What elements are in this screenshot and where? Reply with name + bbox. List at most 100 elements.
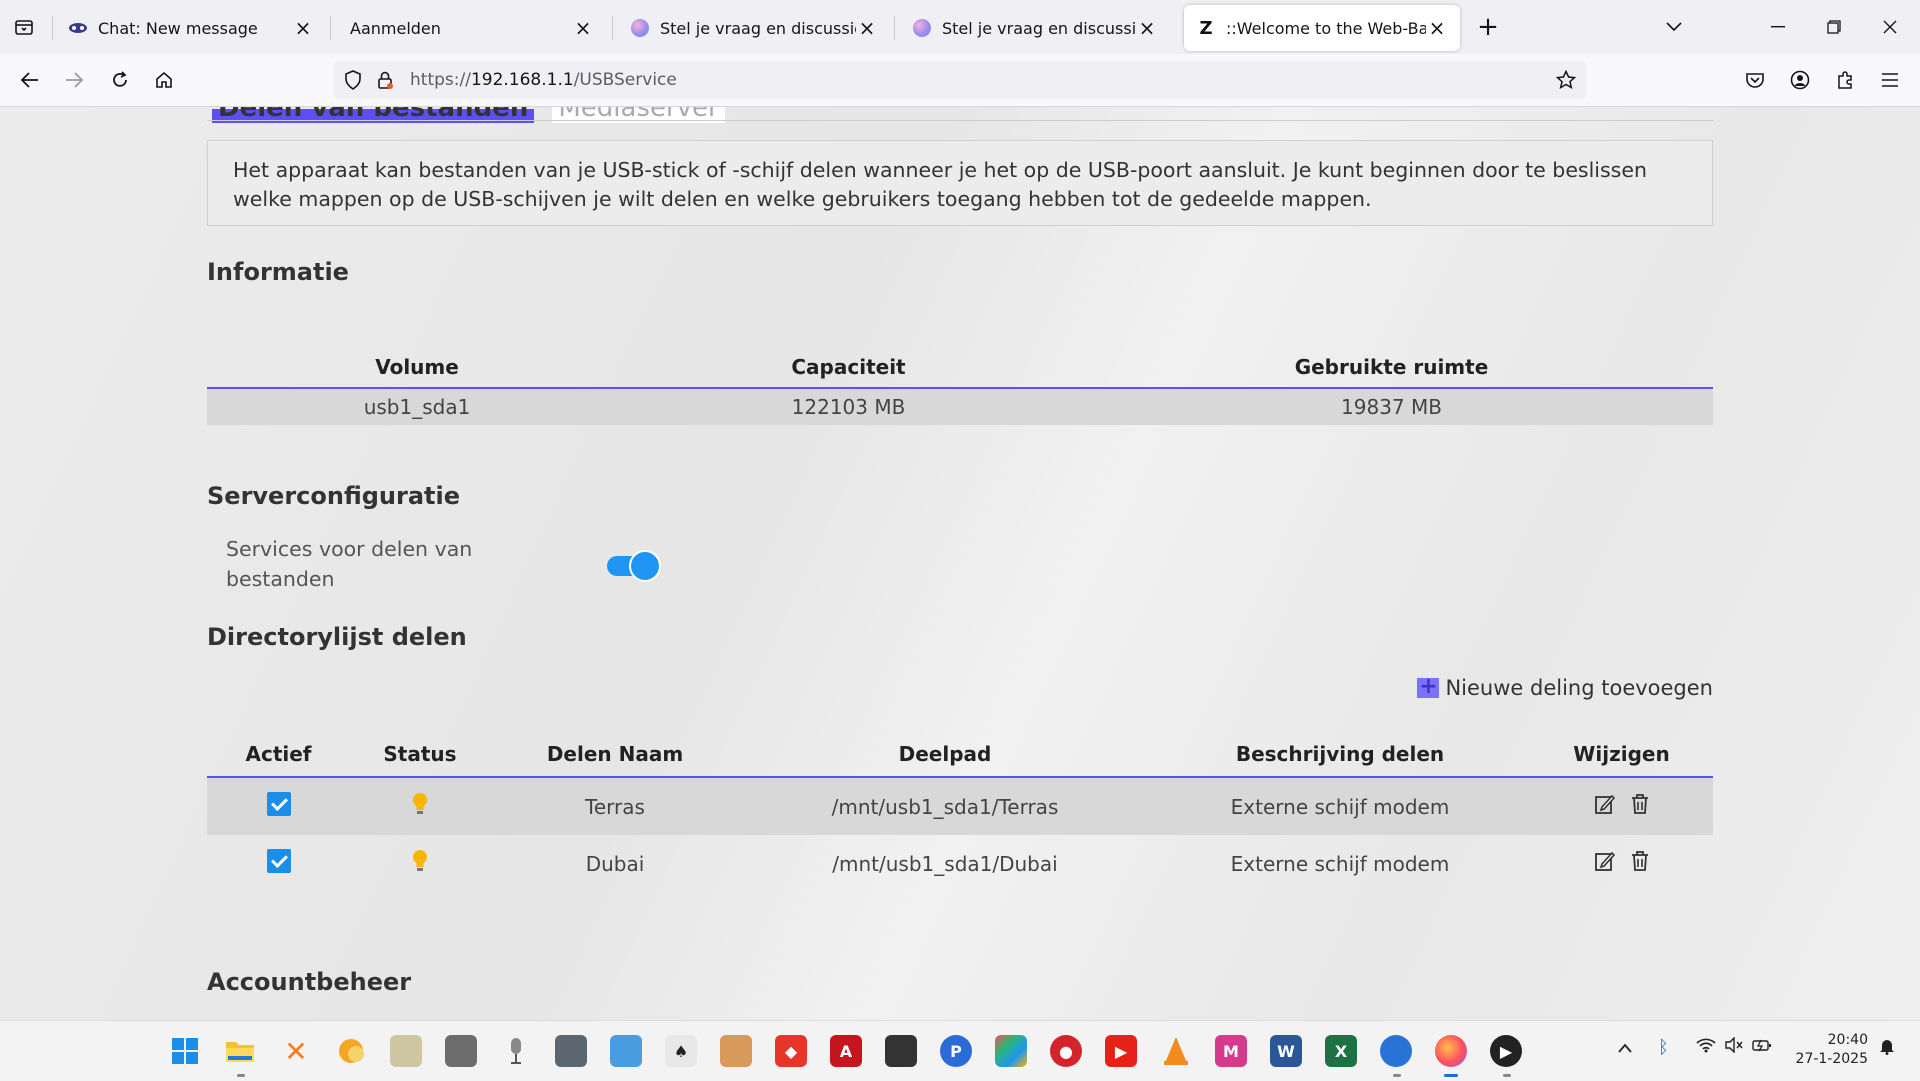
- account-icon[interactable]: [1782, 62, 1818, 98]
- edit-icon[interactable]: [1594, 850, 1616, 878]
- firefox-icon[interactable]: [1435, 1035, 1467, 1067]
- share-description-cell: Externe schijf modem: [1230, 851, 1450, 876]
- system-clock[interactable]: 20:40 27-1-2025: [1796, 1031, 1868, 1069]
- close-icon[interactable]: ×: [292, 16, 314, 40]
- actions-cell: [1530, 793, 1713, 821]
- url-text: https://192.168.1.1/USBService: [410, 70, 677, 90]
- vlc-icon[interactable]: [1160, 1035, 1192, 1067]
- app-m-icon[interactable]: M: [1215, 1035, 1247, 1067]
- tab-forum-1[interactable]: Stel je vraag en discussieer mee ×: [618, 5, 890, 51]
- microphone-icon[interactable]: [500, 1035, 532, 1067]
- taskbar: ✕ ♠ ◆ A P ● ▶ M W X ▶ ᛒ 20:40 27-1-2025: [0, 1020, 1920, 1081]
- table-row: Terras /mnt/usb1_sda1/Terras Externe sch…: [207, 778, 1713, 835]
- section-title-informatie: Informatie: [207, 258, 349, 286]
- volume-muted-icon[interactable]: [1724, 1036, 1744, 1058]
- paint-icon[interactable]: [720, 1035, 752, 1067]
- active-cell: [207, 792, 350, 821]
- tab-list-icon[interactable]: [6, 9, 42, 45]
- divider: [207, 120, 1713, 121]
- new-tab-icon[interactable]: +: [1460, 0, 1516, 54]
- home-icon[interactable]: [146, 62, 182, 98]
- thunderbird-icon[interactable]: [1380, 1035, 1412, 1067]
- wifi-icon[interactable]: [1696, 1037, 1716, 1058]
- volume-cell: usb1_sda1: [363, 395, 471, 419]
- youtube-icon[interactable]: ▶: [1105, 1035, 1137, 1067]
- bookmark-star-icon[interactable]: [1555, 69, 1577, 95]
- minimize-icon[interactable]: [1750, 0, 1806, 54]
- tab-bar: Chat: New message × Aanmelden × Stel je …: [0, 0, 1920, 54]
- z-logo-icon: Z: [1199, 17, 1213, 39]
- shares-table: Actief Status Delen Naam Deelpad Beschri…: [207, 732, 1713, 892]
- status-cell: [350, 792, 490, 822]
- app-scanner-icon[interactable]: [390, 1035, 422, 1067]
- close-window-icon[interactable]: [1862, 0, 1918, 54]
- menu-icon[interactable]: [1872, 62, 1908, 98]
- tab-label: Aanmelden: [350, 18, 441, 38]
- add-share-button[interactable]: + Nieuwe deling toevoegen: [1417, 676, 1713, 700]
- chevron-down-icon[interactable]: [1646, 0, 1702, 54]
- back-icon[interactable]: [12, 62, 48, 98]
- orb-icon: [912, 18, 932, 38]
- column-header: Status: [383, 742, 457, 766]
- tab-web-config[interactable]: Z ::Welcome to the Web-Based C ×: [1184, 5, 1460, 51]
- tab-aanmelden[interactable]: Aanmelden ×: [336, 5, 606, 51]
- app-record-icon[interactable]: ●: [1050, 1035, 1082, 1067]
- edit-icon[interactable]: [1594, 793, 1616, 821]
- pocket-icon[interactable]: [1737, 62, 1773, 98]
- app-box-icon[interactable]: [885, 1035, 917, 1067]
- url-host: 192.168.1.1: [470, 70, 574, 90]
- app-flower-icon[interactable]: [995, 1035, 1027, 1067]
- notification-icon[interactable]: [1878, 1037, 1896, 1060]
- word-icon[interactable]: W: [1270, 1035, 1302, 1067]
- anydesk-icon[interactable]: ◆: [775, 1035, 807, 1067]
- table-header: Actief Status Delen Naam Deelpad Beschri…: [207, 732, 1713, 778]
- calculator-icon[interactable]: [555, 1035, 587, 1067]
- column-header: Capaciteit: [791, 355, 906, 379]
- url-protocol: https://: [410, 70, 471, 90]
- trash-icon[interactable]: [1630, 793, 1650, 821]
- close-icon[interactable]: ×: [856, 16, 878, 40]
- media-player-icon[interactable]: ▶: [1490, 1035, 1522, 1067]
- address-bar[interactable]: https://192.168.1.1/USBService: [334, 61, 1586, 99]
- start-icon[interactable]: [169, 1035, 201, 1067]
- cards-icon[interactable]: ♠: [665, 1035, 697, 1067]
- share-path-cell: /mnt/usb1_sda1/Terras: [831, 794, 1059, 819]
- app-x-icon[interactable]: ✕: [280, 1035, 312, 1068]
- active-checkbox[interactable]: [266, 849, 291, 873]
- battery-icon[interactable]: [1752, 1037, 1772, 1058]
- capacity-cell: 122103 MB: [791, 395, 906, 419]
- tab-chat[interactable]: Chat: New message ×: [56, 5, 326, 51]
- shield-icon[interactable]: [344, 70, 368, 90]
- toggle-knob: [629, 550, 661, 582]
- weather-icon[interactable]: [335, 1035, 367, 1067]
- column-header: Volume: [375, 355, 459, 379]
- forward-icon[interactable]: [56, 62, 92, 98]
- column-header: Wijzigen: [1573, 742, 1670, 766]
- reload-icon[interactable]: [102, 62, 138, 98]
- pdf-icon[interactable]: A: [830, 1035, 862, 1067]
- app-monitor-icon[interactable]: [610, 1035, 642, 1067]
- trash-icon[interactable]: [1630, 850, 1650, 878]
- close-icon[interactable]: ×: [1136, 16, 1158, 40]
- chevron-up-icon[interactable]: [1618, 1037, 1632, 1058]
- file-sharing-toggle[interactable]: [607, 550, 661, 582]
- extensions-icon[interactable]: [1827, 62, 1863, 98]
- status-cell: [350, 849, 490, 879]
- file-explorer-icon[interactable]: [224, 1035, 256, 1067]
- app-p-icon[interactable]: P: [940, 1035, 972, 1067]
- excel-icon[interactable]: X: [1325, 1035, 1357, 1067]
- share-name-cell: Dubai: [585, 851, 645, 876]
- column-header: Actief: [245, 742, 312, 766]
- restore-icon[interactable]: [1806, 0, 1862, 54]
- app-printer-icon[interactable]: [445, 1035, 477, 1067]
- close-icon[interactable]: ×: [572, 16, 594, 40]
- tab-forum-2[interactable]: Stel je vraag en discussieer mee ×: [900, 5, 1170, 51]
- close-icon[interactable]: ×: [1426, 16, 1448, 40]
- clock-time: 20:40: [1827, 1032, 1868, 1048]
- lock-icon[interactable]: [376, 70, 400, 90]
- bluetooth-icon[interactable]: ᛒ: [1658, 1037, 1669, 1058]
- orb-icon: [630, 18, 650, 38]
- section-title-accountbeheer: Accountbeheer: [207, 968, 412, 996]
- table-row: Dubai /mnt/usb1_sda1/Dubai Externe schij…: [207, 835, 1713, 892]
- active-checkbox[interactable]: [266, 792, 291, 816]
